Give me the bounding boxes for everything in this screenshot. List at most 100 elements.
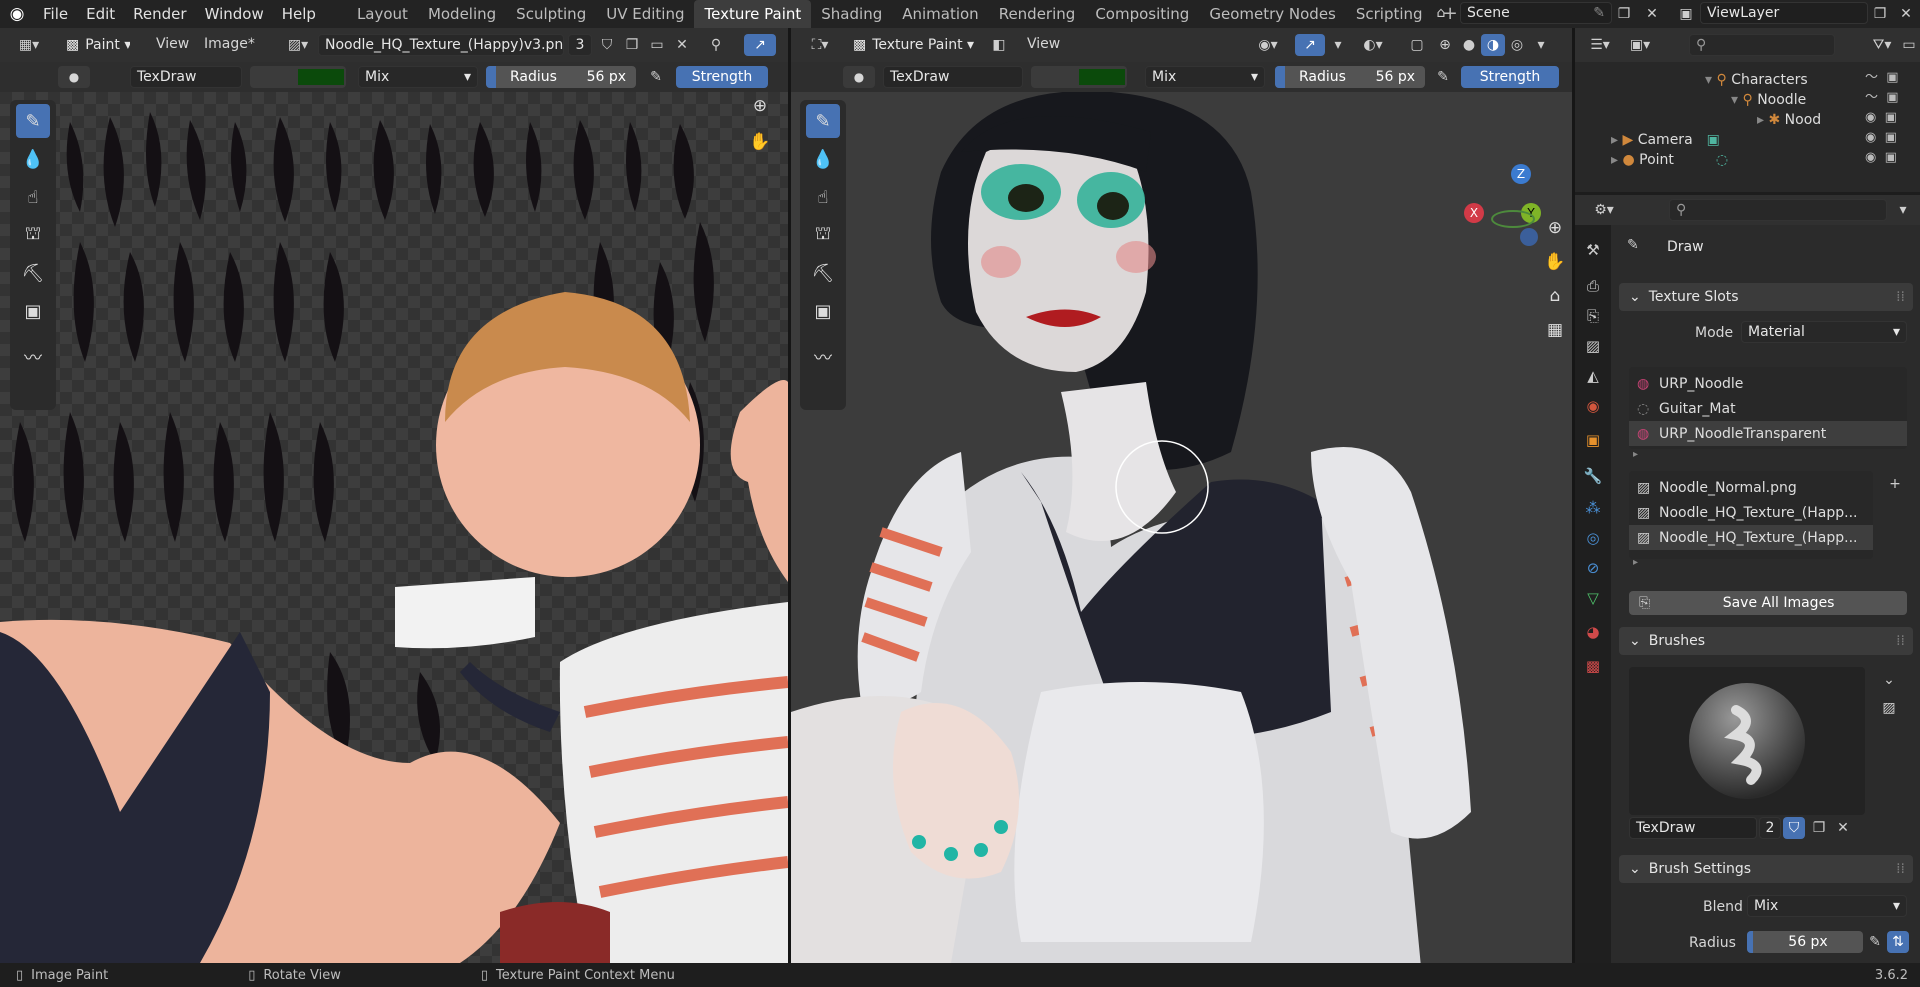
constraints-tab-icon[interactable]: ⊘ <box>1580 555 1606 581</box>
vp-clone-tool-icon[interactable]: ⛫ <box>806 218 840 252</box>
shading-dropdown-icon[interactable]: ▾ <box>1529 34 1553 56</box>
new-scene-icon[interactable]: ❐ <box>1612 3 1636 25</box>
outliner-editor-type-icon[interactable]: ☰▾ <box>1583 34 1617 56</box>
render-tab-icon[interactable]: ⎙ <box>1580 273 1606 299</box>
gizmo-toggle-icon[interactable]: ↗ <box>1295 34 1325 56</box>
image-users-count[interactable]: 3 <box>568 34 592 56</box>
menu-window[interactable]: Window <box>196 0 273 28</box>
image-list-expand-icon[interactable]: ▸ <box>1633 557 1638 568</box>
new-image-icon[interactable]: ❐ <box>620 34 644 56</box>
blender-logo-icon[interactable]: ◉ <box>0 4 34 24</box>
perspective-toggle-icon[interactable]: ▦ <box>1541 316 1569 344</box>
unlink-image-icon[interactable]: ✕ <box>670 34 694 56</box>
material-tab-icon[interactable]: ◕ <box>1580 619 1606 645</box>
clone-tool-icon[interactable]: ⛫ <box>16 218 50 252</box>
color-swatch[interactable] <box>250 66 346 88</box>
viewport-canvas[interactable]: Z Y X ⊕ ✋ ⌂ ▦ <box>791 92 1572 963</box>
properties-editor-type-icon[interactable]: ⚙▾ <box>1587 199 1621 221</box>
material-row[interactable]: ◍ URP_Noodle <box>1629 371 1907 396</box>
add-texture-slot-icon[interactable]: + <box>1883 473 1907 495</box>
texture-mode-selector[interactable]: Material ▾ <box>1741 321 1907 343</box>
vp-draw-tool-icon[interactable]: ✎ <box>806 104 840 138</box>
viewport-mode-selector[interactable]: ▩ Texture Paint ▾ <box>847 34 975 56</box>
output-tab-icon[interactable]: ⎘ <box>1580 303 1606 329</box>
viewport-color-swatch[interactable] <box>1031 66 1127 88</box>
menu-edit[interactable]: Edit <box>77 0 124 28</box>
tab-shading[interactable]: Shading <box>811 0 892 28</box>
viewport-pressure-icon[interactable]: ✎ <box>1431 66 1455 88</box>
brush-preview[interactable] <box>1629 667 1865 815</box>
strength-slider[interactable]: Strength <box>676 66 768 88</box>
tab-geometry-nodes[interactable]: Geometry Nodes <box>1199 0 1346 28</box>
rendered-shading-icon[interactable]: ◎ <box>1505 34 1529 56</box>
scene-icon[interactable]: ⌂ <box>1428 2 1454 24</box>
pin-icon[interactable]: ✎ <box>1593 5 1605 21</box>
display-mode-icon[interactable]: ▣▾ <box>1623 34 1657 56</box>
viewport-radius-slider[interactable]: Radius 56 px <box>1275 66 1425 88</box>
draw-tool-icon[interactable]: ✎ <box>16 104 50 138</box>
tab-modeling[interactable]: Modeling <box>418 0 506 28</box>
zoom-icon[interactable]: ⊕ <box>746 92 774 120</box>
viewport-blend-selector[interactable]: Mix ▾ <box>1145 66 1265 88</box>
tab-sculpting[interactable]: Sculpting <box>506 0 596 28</box>
duplicate-brush-icon[interactable]: ❐ <box>1807 817 1831 839</box>
gizmo-dropdown-icon[interactable]: ▾ <box>1326 34 1350 56</box>
new-collection-icon[interactable]: ▭ <box>1897 34 1920 56</box>
tab-animation[interactable]: Animation <box>892 0 988 28</box>
image-canvas[interactable]: ⊕ ✋ <box>0 92 788 963</box>
gizmo-z-icon[interactable]: Z <box>1511 164 1531 184</box>
image-slot-row[interactable]: ▨ Noodle_HQ_Texture_(Happ... <box>1629 500 1873 525</box>
material-row-selected[interactable]: ◍ URP_NoodleTransparent <box>1629 421 1907 446</box>
viewport-brush-selector[interactable]: TexDraw <box>883 66 1023 88</box>
modifier-tab-icon[interactable]: 🔧 <box>1580 463 1606 489</box>
delete-scene-icon[interactable]: ✕ <box>1640 3 1664 25</box>
pin-image-icon[interactable]: ⚲ <box>704 34 728 56</box>
radius-slider[interactable]: Radius 56 px <box>486 66 636 88</box>
particles-tab-icon[interactable]: ⁂ <box>1580 495 1606 521</box>
outliner-row-camera[interactable]: ▸ ▶ Camera ▣ <box>1611 130 1720 150</box>
brush-settings-panel-header[interactable]: ⌄ Brush Settings ⁞⁞ <box>1619 855 1913 883</box>
tab-texture-paint[interactable]: Texture Paint <box>694 0 812 28</box>
material-row[interactable]: ◌ Guitar_Mat <box>1629 396 1907 421</box>
outliner-row-nood[interactable]: ▸ ✱ Nood <box>1757 110 1821 130</box>
physics-tab-icon[interactable]: ◎ <box>1580 525 1606 551</box>
image-menu[interactable]: Image* <box>204 36 255 52</box>
view-layer-tab-icon[interactable]: ▨ <box>1580 333 1606 359</box>
brush-radius-slider[interactable]: 56 px <box>1747 931 1863 953</box>
menu-help[interactable]: Help <box>273 0 325 28</box>
smear-tool-icon[interactable]: ☝ <box>16 180 50 214</box>
tab-compositing[interactable]: Compositing <box>1085 0 1199 28</box>
world-tab-icon[interactable]: ◉ <box>1580 393 1606 419</box>
brush-image-icon[interactable]: ▨ <box>1877 697 1901 719</box>
gizmo-neg-z-icon[interactable] <box>1520 228 1538 246</box>
tab-rendering[interactable]: Rendering <box>989 0 1086 28</box>
editor-type-icon[interactable]: ▦▾ <box>12 34 46 56</box>
vp-annotate-tool-icon[interactable]: 〰 <box>806 340 840 374</box>
menu-render[interactable]: Render <box>124 0 195 28</box>
brush-name-field[interactable]: TexDraw <box>1629 817 1757 839</box>
xray-icon[interactable]: ▢ <box>1405 34 1429 56</box>
uv-sync-icon[interactable]: ↗ <box>744 34 776 56</box>
wireframe-shading-icon[interactable]: ⊕ <box>1433 34 1457 56</box>
object-tab-icon[interactable]: ▣ <box>1580 427 1606 453</box>
image-slot-row[interactable]: ▨ Noodle_Normal.png <box>1629 475 1873 500</box>
view-layer-icon[interactable]: ▣ <box>1674 3 1698 25</box>
tab-scripting[interactable]: Scripting <box>1346 0 1433 28</box>
properties-search[interactable]: ⚲ <box>1669 199 1887 221</box>
tab-layout[interactable]: Layout <box>347 0 418 28</box>
delete-view-layer-icon[interactable]: ✕ <box>1894 3 1918 25</box>
scene-tab-icon[interactable]: ◭ <box>1580 363 1606 389</box>
texture-tab-icon[interactable]: ▩ <box>1580 653 1606 679</box>
visibility-icon[interactable]: ◉▾ <box>1251 34 1285 56</box>
radius-pressure-icon[interactable]: ⇅ <box>1887 931 1909 953</box>
zoom-view-icon[interactable]: ⊕ <box>1541 214 1569 242</box>
view-menu[interactable]: View <box>156 36 189 52</box>
mask-tool-icon[interactable]: ▣ <box>16 294 50 328</box>
pan-hand-icon[interactable]: ✋ <box>746 128 774 156</box>
outliner-row-point[interactable]: ▸ ● Point ◌ <box>1611 150 1728 170</box>
fake-user-icon[interactable]: ⛉ <box>595 34 619 56</box>
viewport-view-menu[interactable]: View <box>1027 36 1060 52</box>
solid-shading-icon[interactable]: ● <box>1457 34 1481 56</box>
vp-soften-tool-icon[interactable]: 💧 <box>806 142 840 176</box>
image-slot-row-selected[interactable]: ▨ Noodle_HQ_Texture_(Happ... <box>1629 525 1873 550</box>
